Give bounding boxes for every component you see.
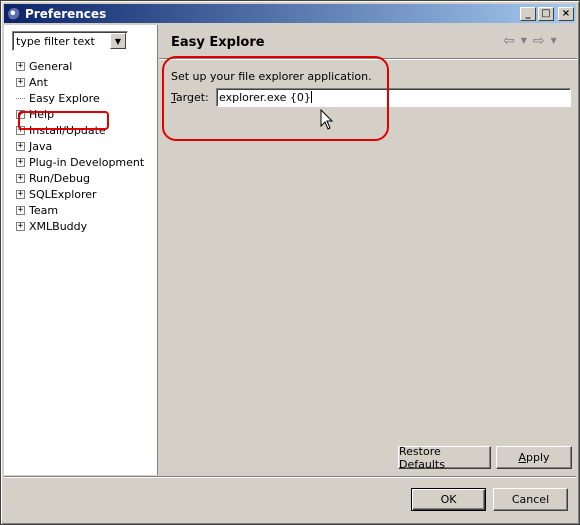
tree-item-label: Easy Explore: [29, 91, 100, 105]
eclipse-app-icon: [7, 6, 21, 21]
filter-combo[interactable]: type filter text ▼: [12, 31, 128, 51]
maximize-button[interactable]: □: [538, 6, 554, 21]
tree-item-label: Java: [29, 139, 53, 153]
window-title: Preferences: [25, 6, 107, 21]
expand-plus-icon[interactable]: +: [16, 173, 25, 183]
tree-item[interactable]: + Ant: [16, 74, 144, 90]
preference-tree-pane: type filter text ▼ + General + Ant Easy Expl…: [4, 25, 158, 475]
preferences-window: Preferences _ □ × type filter text ▼ + Ge…: [0, 0, 580, 525]
expand-plus-icon[interactable]: +: [16, 61, 25, 71]
apply-button[interactable]: Apply: [496, 446, 572, 469]
forward-arrow-icon[interactable]: ⇨: [533, 34, 545, 48]
history-nav: ⇦ ▼ ⇨ ▼: [503, 34, 557, 48]
expand-plus-icon[interactable]: +: [16, 157, 25, 167]
minimize-button[interactable]: _: [520, 6, 536, 21]
tree-item[interactable]: + General: [16, 58, 144, 74]
cancel-button[interactable]: Cancel: [493, 488, 568, 511]
expand-plus-icon[interactable]: +: [16, 77, 25, 87]
apply-mnemonic: A: [518, 451, 526, 464]
tree-item-label: Run/Debug: [29, 171, 90, 185]
tree-item[interactable]: + Run/Debug: [16, 170, 144, 186]
tree-item-label: XMLBuddy: [29, 219, 88, 233]
filter-input[interactable]: type filter text: [13, 35, 110, 48]
tree-item-label: SQLExplorer: [29, 187, 97, 201]
tree-item[interactable]: + Java: [16, 138, 144, 154]
title-bar[interactable]: Preferences _ □ ×: [4, 4, 576, 23]
tree-item[interactable]: + XMLBuddy: [16, 218, 144, 234]
forward-dropdown-icon[interactable]: ▼: [551, 34, 557, 48]
preference-page: Easy Explore ⇦ ▼ ⇨ ▼ Set up your file ex…: [159, 25, 577, 475]
tree-item[interactable]: + Plug-in Development: [16, 154, 144, 170]
expand-plus-icon[interactable]: +: [16, 205, 25, 215]
back-arrow-icon[interactable]: ⇦: [503, 34, 515, 48]
dropdown-arrow-icon[interactable]: ▼: [110, 33, 126, 49]
tree-item-label: Plug-in Development: [29, 155, 145, 169]
restore-defaults-button[interactable]: Restore Defaults: [398, 445, 491, 471]
expand-plus-icon[interactable]: +: [16, 141, 25, 151]
ok-button[interactable]: OK: [411, 488, 486, 511]
expand-plus-icon[interactable]: +: [16, 189, 25, 199]
tree-item[interactable]: + SQLExplorer: [16, 186, 144, 202]
tree-item[interactable]: Easy Explore: [16, 90, 144, 106]
selection-annotation-box: [18, 111, 109, 130]
tree-item-label: Team: [29, 203, 59, 217]
tree-item[interactable]: + Team: [16, 202, 144, 218]
tree-leaf-connector: [16, 97, 25, 99]
tree-item-label: Ant: [29, 75, 48, 89]
tree-item-label: General: [29, 59, 73, 73]
preference-tree: + General + Ant Easy Explore + Help + Install/Up…: [16, 58, 144, 234]
page-title: Easy Explore: [171, 35, 265, 50]
target-annotation-box: [162, 56, 389, 141]
expand-plus-icon[interactable]: +: [16, 221, 25, 231]
apply-label: pply: [526, 451, 550, 464]
footer-separator: [4, 476, 576, 478]
close-button[interactable]: ×: [558, 6, 574, 21]
mouse-pointer-icon: [320, 109, 334, 130]
back-dropdown-icon[interactable]: ▼: [521, 34, 527, 48]
